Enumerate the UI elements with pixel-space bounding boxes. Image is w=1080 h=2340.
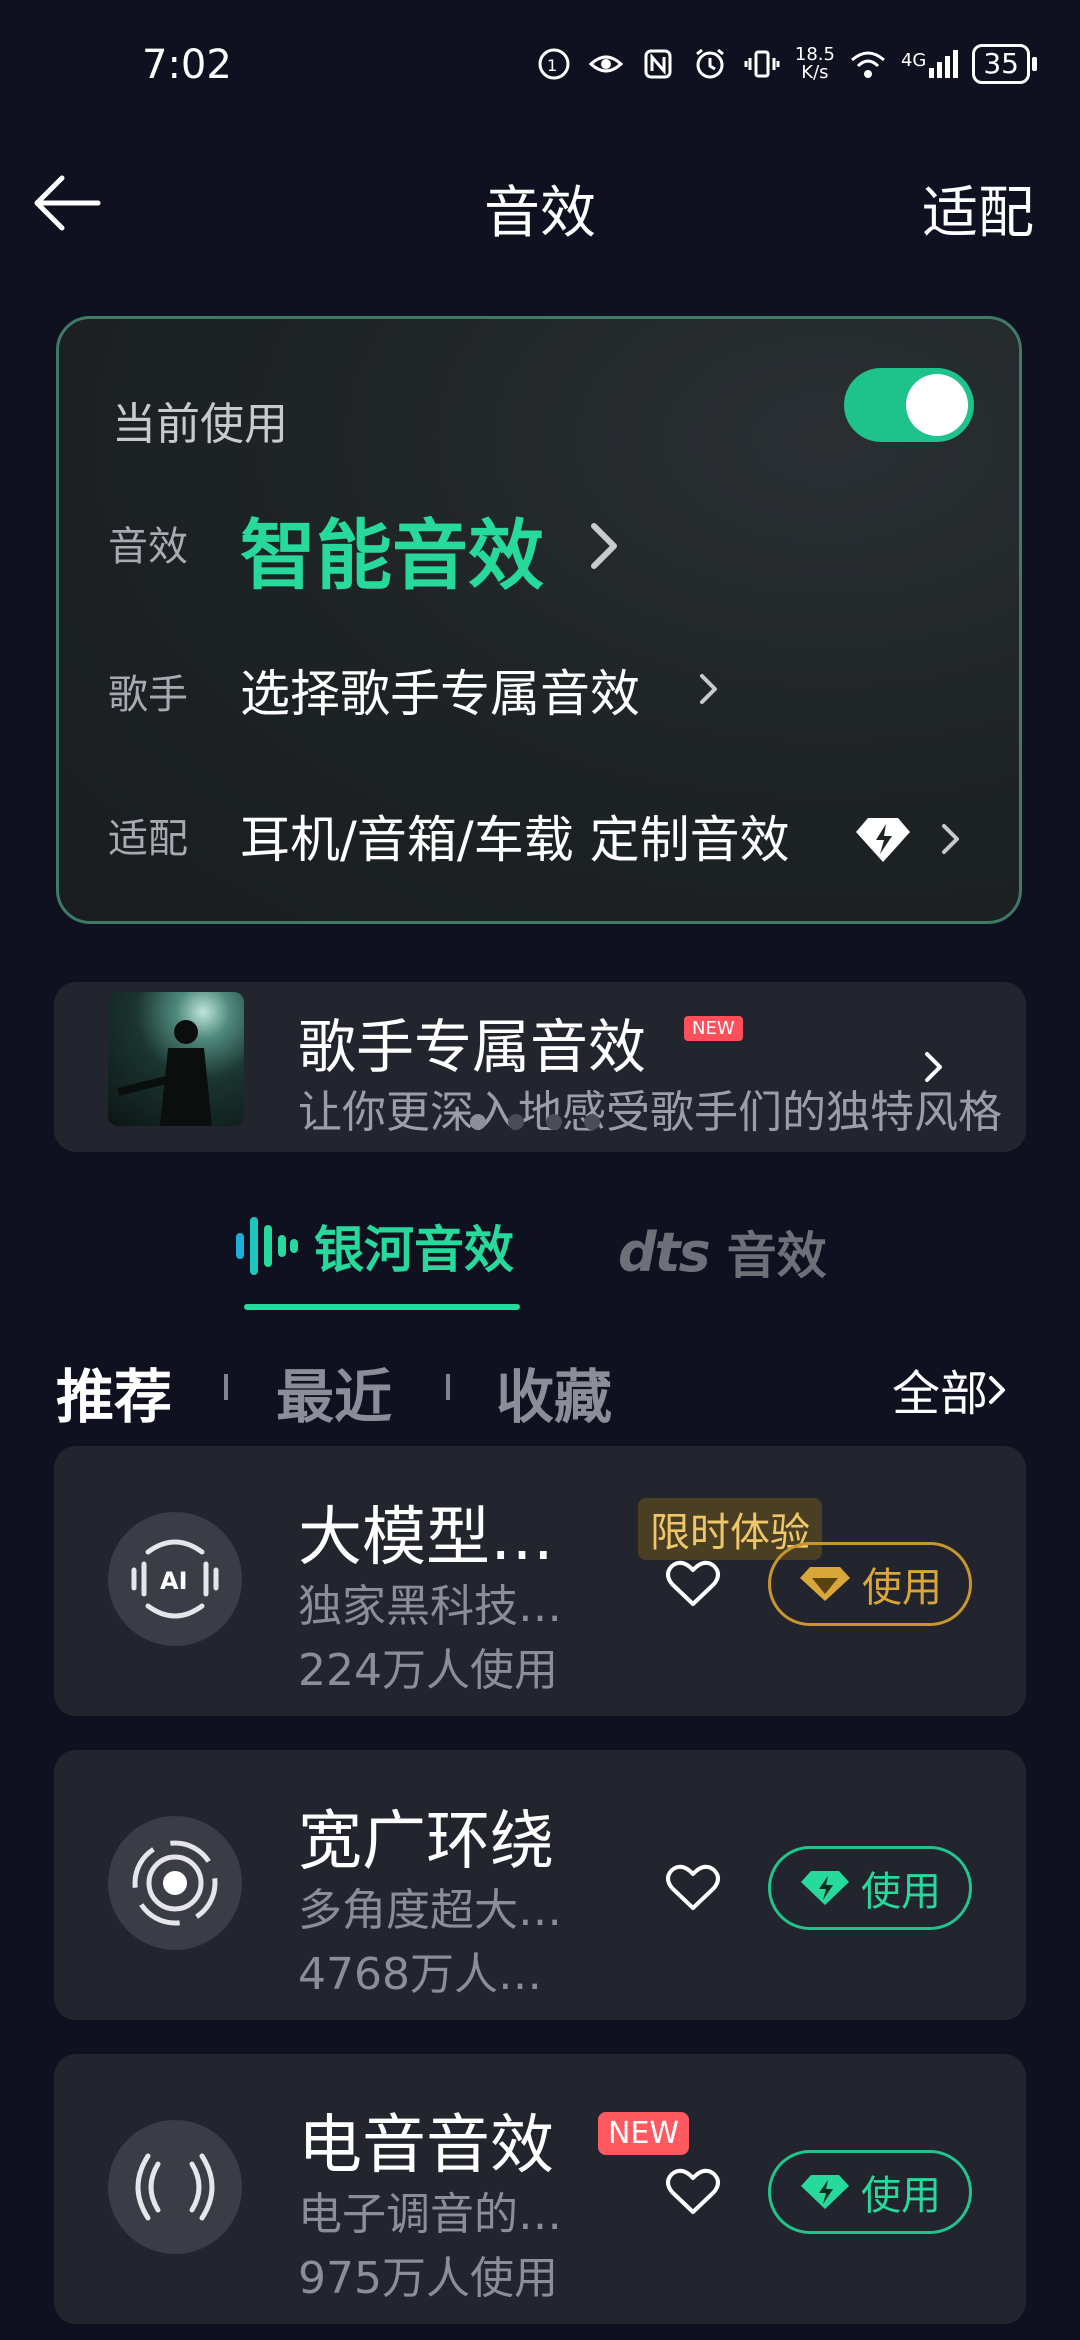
battery-indicator: 35: [972, 44, 1037, 84]
item-usage-count: 4768万人…: [298, 1949, 542, 2000]
use-button-label: 使用: [862, 1565, 942, 1611]
divider: [446, 1374, 450, 1400]
tab-label: 音效: [726, 1227, 827, 1285]
use-button-label: 使用: [861, 2173, 941, 2219]
gold-diamond-icon: [800, 1567, 850, 1601]
page-dot[interactable]: [584, 1114, 600, 1130]
fit-key: 适配: [108, 816, 188, 862]
item-description: 电子调音的…: [298, 2189, 562, 2240]
banner-page-dots: [470, 1114, 600, 1130]
cellular-signal-icon: 4G: [900, 50, 959, 78]
banner-title: 歌手专属音效: [298, 1013, 647, 1081]
heart-icon[interactable]: [664, 1558, 722, 1610]
new-badge: NEW: [684, 1016, 743, 1041]
singer-key: 歌手: [108, 672, 188, 718]
item-usage-count: 224万人使用: [298, 1645, 558, 1696]
ai-wave-icon: AI: [131, 1539, 219, 1619]
item-description: 独家黑科技…: [298, 1581, 562, 1632]
page-title: 音效: [484, 181, 596, 246]
vibrate-icon: [744, 50, 780, 78]
diamond-vip-icon: [856, 818, 910, 862]
filter-recent[interactable]: 最近: [276, 1350, 392, 1434]
network-type: 4G: [900, 50, 927, 71]
page-dot[interactable]: [508, 1114, 524, 1130]
effect-badge: [108, 1816, 242, 1950]
device-fit-selector[interactable]: 耳机/音箱/车载 定制音效: [240, 800, 790, 872]
electronic-icon: [135, 2153, 215, 2221]
new-badge: NEW: [598, 2112, 690, 2155]
use-button[interactable]: 使用: [768, 2150, 972, 2234]
use-button[interactable]: 使用: [768, 1846, 972, 1930]
surround-icon: [132, 1840, 218, 1926]
green-diamond-icon: [801, 2175, 849, 2209]
fit-button[interactable]: 适配: [922, 168, 1034, 249]
singer-selector[interactable]: 选择歌手专属音效: [240, 654, 640, 726]
guitarist-image: [117, 1020, 212, 1126]
chevron-right-icon[interactable]: [938, 820, 964, 858]
page-dot[interactable]: [470, 1114, 486, 1130]
current-effect-name[interactable]: 智能音效: [240, 494, 544, 604]
data-saver-icon: 1: [538, 48, 570, 80]
chevron-right-icon[interactable]: [696, 670, 722, 708]
chevron-right-icon[interactable]: [986, 1372, 1008, 1408]
wifi-icon: [850, 51, 885, 78]
svg-text:1: 1: [547, 56, 557, 75]
dts-logo: dts: [618, 1220, 711, 1284]
item-usage-count: 975万人使用: [298, 2253, 558, 2304]
all-button[interactable]: 全部: [892, 1354, 988, 1424]
tab-label: 银河音效: [314, 1221, 514, 1279]
banner-subtitle: 让你更深入地感受歌手们的独特风格: [298, 1087, 1002, 1138]
nfc-icon: [644, 49, 672, 79]
banner-thumbnail: [108, 992, 244, 1126]
item-description: 多角度超大…: [298, 1885, 562, 1936]
filter-recommended[interactable]: 推荐: [56, 1350, 172, 1434]
galaxy-wave-icon: [236, 1217, 298, 1275]
chevron-right-icon[interactable]: [922, 1048, 946, 1086]
filter-favorites[interactable]: 收藏: [496, 1350, 612, 1434]
active-tab-indicator: [244, 1304, 520, 1310]
item-title: 大模型…: [298, 1501, 554, 1575]
eye-icon: [588, 55, 624, 73]
use-button[interactable]: 使用: [768, 1542, 972, 1626]
effect-key: 音效: [108, 524, 188, 570]
item-title: 电音音效: [298, 2109, 554, 2183]
item-title: 宽广环绕: [298, 1805, 554, 1879]
use-button-label: 使用: [861, 1869, 941, 1915]
tab-galaxy-effects[interactable]: 银河音效: [232, 1210, 514, 1282]
divider: [224, 1374, 228, 1400]
svg-text:AI: AI: [160, 1567, 188, 1595]
effect-toggle[interactable]: [844, 368, 974, 442]
page-dot[interactable]: [546, 1114, 562, 1130]
status-time: 7:02: [142, 42, 232, 88]
chevron-right-icon[interactable]: [586, 518, 622, 574]
alarm-icon: [695, 48, 724, 79]
heart-icon[interactable]: [664, 2166, 722, 2218]
heart-icon[interactable]: [664, 1862, 722, 1914]
tab-dts-effects[interactable]: dts 音效: [618, 1216, 827, 1288]
effect-badge: [108, 2120, 242, 2254]
effect-badge: AI: [108, 1512, 242, 1646]
status-icons: 1 18.5 K/s 4G 35: [535, 44, 1037, 84]
toggle-knob: [906, 374, 968, 436]
green-diamond-icon: [801, 1871, 849, 1905]
current-use-label: 当前使用: [112, 399, 288, 450]
net-speed-unit: K/s: [801, 62, 829, 83]
net-speed: 18.5 K/s: [795, 46, 835, 82]
